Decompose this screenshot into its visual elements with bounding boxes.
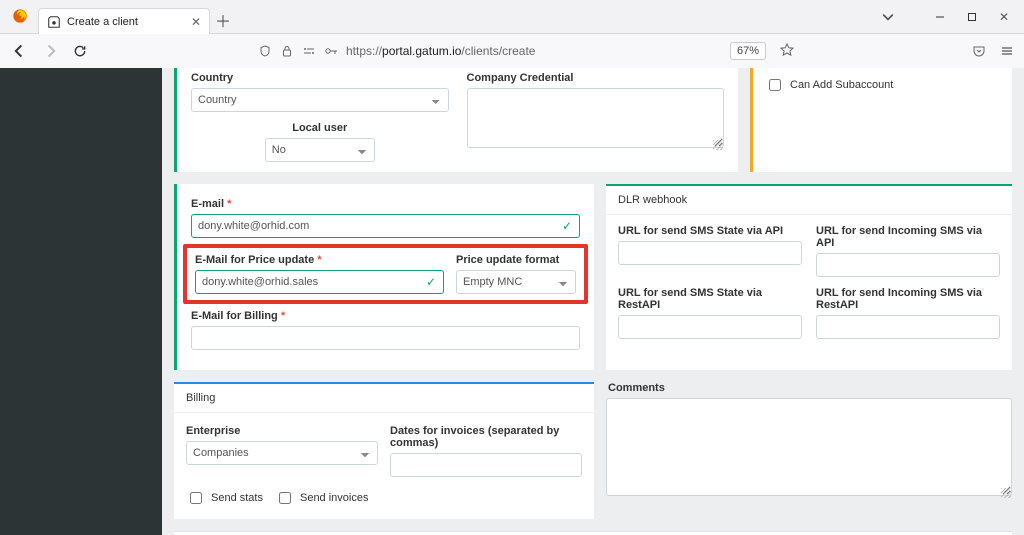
dlr-sms-rest-label: URL for send SMS State via RestAPI: [618, 287, 802, 311]
email-panel: E-mail * ✓ E-Mail for Price update * ✓ P…: [174, 184, 594, 370]
enterprise-select[interactable]: Companies: [186, 441, 378, 465]
lock-icon: [280, 44, 294, 58]
email-price-input[interactable]: [195, 270, 444, 294]
billing-panel: Billing Enterprise Companies Dates for in…: [174, 382, 594, 519]
key-icon: [324, 44, 338, 58]
comments-panel: Comments: [606, 382, 1012, 519]
enterprise-label: Enterprise: [186, 425, 378, 437]
forward-button[interactable]: [40, 41, 60, 61]
browser-tab-bar: Create a client ✕ ＋ ✕: [0, 0, 1024, 34]
tab-title: Create a client: [67, 16, 185, 28]
dlr-incoming-rest-input[interactable]: [816, 315, 1000, 339]
url-box[interactable]: https://portal.gatum.io/clients/create 6…: [250, 42, 804, 60]
local-user-select[interactable]: No: [265, 138, 375, 162]
invoice-dates-label: Dates for invoices (separated by commas): [390, 425, 582, 449]
browser-tab[interactable]: Create a client ✕: [38, 8, 210, 34]
email-label: E-mail *: [191, 198, 580, 210]
close-window-button[interactable]: ✕: [990, 3, 1018, 31]
price-format-label: Price update format: [456, 254, 576, 266]
company-credential-label: Company Credential: [467, 72, 725, 84]
new-tab-button[interactable]: ＋: [210, 7, 236, 33]
local-user-label: Local user: [265, 122, 375, 134]
shield-icon: [258, 44, 272, 58]
client-details-panel: Country Country Local user No Company Cr…: [174, 68, 738, 172]
browser-address-bar: https://portal.gatum.io/clients/create 6…: [0, 34, 1024, 69]
comments-label: Comments: [606, 382, 1012, 394]
minimize-button[interactable]: [926, 3, 954, 31]
billing-header: Billing: [174, 384, 594, 413]
country-select[interactable]: Country: [191, 88, 449, 112]
email-billing-label: E-Mail for Billing *: [191, 310, 580, 322]
menu-icon[interactable]: [1000, 44, 1014, 58]
dlr-sms-api-label: URL for send SMS State via API: [618, 225, 802, 237]
firefox-icon: [6, 2, 34, 30]
price-update-highlight: E-Mail for Price update * ✓ Price update…: [183, 244, 588, 304]
company-credential-textarea[interactable]: [467, 88, 725, 148]
dlr-sms-api-input[interactable]: [618, 241, 802, 265]
zoom-level[interactable]: 67%: [730, 42, 766, 60]
url-text: https://portal.gatum.io/clients/create: [346, 44, 722, 58]
email-billing-input[interactable]: [191, 326, 580, 350]
country-label: Country: [191, 72, 449, 84]
form-footer: * — Required fields Save Cancel: [174, 531, 1012, 535]
price-format-select[interactable]: Empty MNC: [456, 270, 576, 294]
email-price-label: E-Mail for Price update *: [195, 254, 444, 266]
dlr-header: DLR webhook: [606, 186, 1012, 215]
comments-textarea[interactable]: [606, 398, 1012, 496]
dlr-webhook-panel: DLR webhook URL for send SMS State via A…: [606, 184, 1012, 370]
email-input[interactable]: [191, 214, 580, 238]
permissions-icon: [302, 44, 316, 58]
window-controls: ✕: [874, 0, 1024, 34]
tab-favicon-icon: [47, 15, 61, 29]
app-sidebar: [0, 68, 162, 535]
close-tab-icon[interactable]: ✕: [191, 15, 201, 29]
pocket-icon[interactable]: [972, 44, 986, 58]
reload-button[interactable]: [70, 41, 90, 61]
main-content: Country Country Local user No Company Cr…: [162, 68, 1024, 535]
dlr-incoming-api-input[interactable]: [816, 253, 1000, 277]
check-icon: ✓: [562, 219, 572, 233]
tabs-list-icon[interactable]: [874, 3, 902, 31]
bookmark-icon[interactable]: [780, 43, 796, 59]
can-add-subaccount-checkbox[interactable]: Can Add Subaccount: [765, 76, 1000, 94]
dlr-incoming-api-label: URL for send Incoming SMS via API: [816, 225, 1000, 249]
check-icon: ✓: [426, 275, 436, 289]
send-invoices-checkbox[interactable]: Send invoices: [275, 489, 369, 507]
dlr-sms-rest-input[interactable]: [618, 315, 802, 339]
subaccount-panel: Can Add Subaccount: [750, 68, 1012, 172]
back-button[interactable]: [10, 41, 30, 61]
invoice-dates-input[interactable]: [390, 453, 582, 477]
dlr-incoming-rest-label: URL for send Incoming SMS via RestAPI: [816, 287, 1000, 311]
maximize-button[interactable]: [958, 3, 986, 31]
send-stats-checkbox[interactable]: Send stats: [186, 489, 263, 507]
